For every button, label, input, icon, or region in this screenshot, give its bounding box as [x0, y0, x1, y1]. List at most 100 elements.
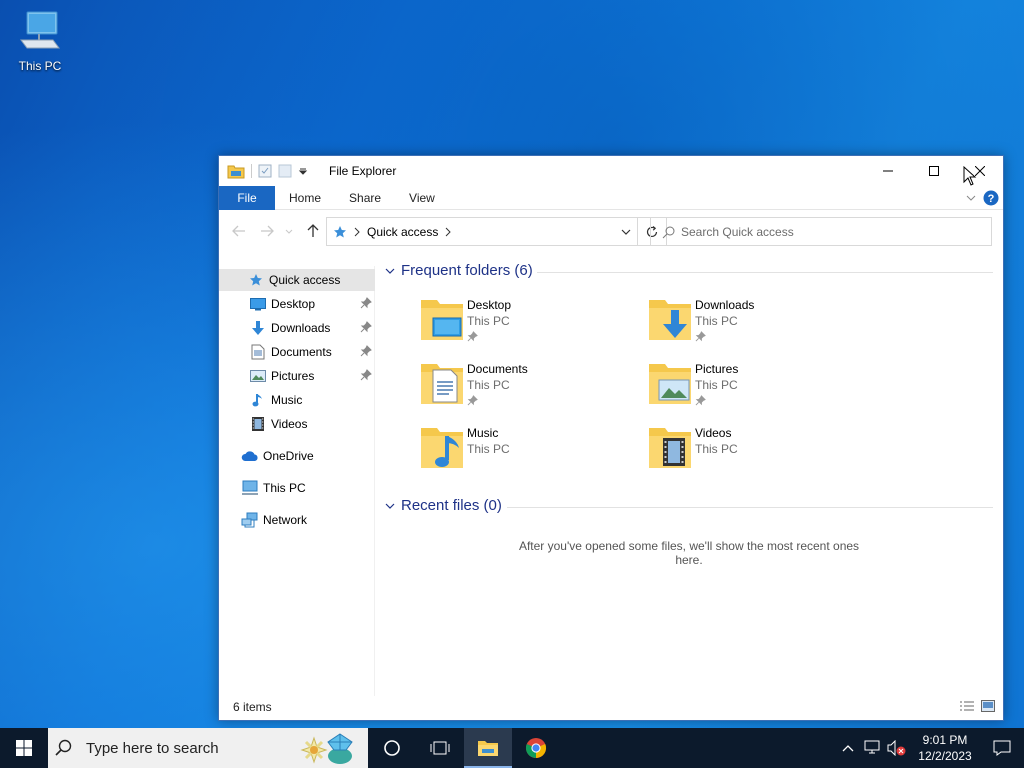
maximize-icon: [929, 166, 939, 176]
recent-files-header[interactable]: Recent files (0): [385, 497, 502, 514]
folder-name: Music: [467, 426, 499, 440]
taskbar-chrome[interactable]: [512, 728, 560, 768]
new-folder-icon[interactable]: [278, 164, 292, 178]
large-icons-view-icon[interactable]: [981, 700, 995, 712]
breadcrumb-chevron-icon[interactable]: [444, 227, 452, 237]
search-icon: [662, 226, 675, 238]
search-input[interactable]: [681, 224, 991, 239]
sidebar-item-label: Videos: [271, 417, 308, 431]
up-button[interactable]: [303, 222, 323, 240]
sidebar-item-network[interactable]: Network: [219, 509, 375, 531]
system-tray: 9:01 PM 12/2/2023: [836, 728, 1024, 768]
file-explorer-window[interactable]: File Explorer File Home Share View ? Qui…: [218, 155, 1004, 721]
start-button[interactable]: [0, 728, 48, 768]
address-bar[interactable]: Quick access: [326, 217, 638, 246]
sidebar-item-videos[interactable]: Videos: [219, 413, 375, 435]
folder-tile-downloads[interactable]: Downloads This PC: [647, 296, 867, 352]
explorer-folder-icon: [227, 165, 245, 179]
svg-text:?: ?: [988, 193, 995, 205]
qat-separator: [251, 164, 252, 178]
tab-home[interactable]: Home: [275, 186, 335, 210]
recent-locations-chevron-icon: [285, 229, 293, 234]
expand-ribbon-chevron-icon[interactable]: [965, 192, 977, 204]
sidebar-item-downloads[interactable]: Downloads: [219, 317, 375, 339]
group-divider: [537, 272, 993, 273]
sidebar-item-label: Quick access: [269, 273, 341, 287]
folder-tile-desktop[interactable]: Desktop This PC: [419, 296, 639, 352]
taskbar-search-box[interactable]: Type here to search: [48, 728, 368, 768]
volume-button[interactable]: [884, 728, 910, 768]
task-view-button[interactable]: [416, 728, 464, 768]
show-hidden-icons-button[interactable]: [836, 728, 860, 768]
downloads-icon: [249, 319, 267, 337]
window-title: File Explorer: [329, 164, 397, 178]
sidebar-item-music[interactable]: Music: [219, 389, 375, 411]
sidebar-item-documents[interactable]: Documents: [219, 341, 375, 363]
desktop-icon-this-pc[interactable]: This PC: [12, 8, 68, 73]
content-pane: Frequent folders (6) Desktop This PC Dow…: [379, 254, 999, 694]
help-icon[interactable]: ?: [983, 190, 999, 206]
folder-music-icon: [421, 428, 463, 468]
folder-tile-music[interactable]: Music This PC: [419, 424, 639, 480]
recent-locations-button[interactable]: [283, 222, 295, 240]
maximize-button[interactable]: [911, 156, 957, 186]
sidebar-item-onedrive[interactable]: OneDrive: [219, 445, 375, 467]
group-title: Frequent folders (6): [401, 262, 533, 279]
folder-tile-videos[interactable]: Videos This PC: [647, 424, 867, 480]
sidebar-item-label: Music: [271, 393, 303, 407]
pictures-icon: [249, 367, 267, 385]
details-view-icon[interactable]: [959, 700, 975, 712]
cortana-button[interactable]: [368, 728, 416, 768]
tab-share[interactable]: Share: [335, 186, 395, 210]
recent-files-empty-message: After you've opened some files, we'll sh…: [518, 539, 860, 567]
group-title: Recent files (0): [401, 497, 502, 514]
folder-name: Videos: [695, 426, 732, 440]
desktop-icon-label: This PC: [18, 59, 62, 73]
folder-documents-icon: [421, 364, 463, 404]
navigation-bar: Quick access: [219, 214, 1003, 248]
forward-button[interactable]: [257, 222, 277, 240]
sidebar-item-this-pc[interactable]: This PC: [219, 477, 375, 499]
folder-tile-documents[interactable]: Documents This PC: [419, 360, 639, 416]
tab-file[interactable]: File: [219, 186, 275, 210]
folder-location: This PC: [695, 314, 738, 328]
ribbon-tabs: File Home Share View: [219, 186, 1003, 210]
folder-tile-pictures[interactable]: Pictures This PC: [647, 360, 867, 416]
action-center-button[interactable]: [980, 728, 1024, 768]
sidebar-item-pictures[interactable]: Pictures: [219, 365, 375, 387]
navigation-pane: Quick access Desktop Downloads Documents…: [219, 266, 375, 696]
network-wired-icon: [864, 740, 880, 754]
search-box[interactable]: [650, 217, 992, 246]
up-arrow-icon: [307, 224, 319, 237]
search-highlight-icon: [300, 733, 353, 764]
sidebar-item-desktop[interactable]: Desktop: [219, 293, 375, 315]
minimize-button[interactable]: [865, 156, 911, 186]
network-status-button[interactable]: [860, 728, 884, 768]
breadcrumb-quick-access[interactable]: Quick access: [367, 225, 438, 239]
clock[interactable]: 9:01 PM 12/2/2023: [910, 732, 980, 764]
sidebar-item-label: This PC: [263, 481, 306, 495]
customize-toolbar-chevron-icon[interactable]: [298, 166, 308, 176]
back-arrow-icon: [232, 225, 245, 237]
title-bar[interactable]: File Explorer: [219, 156, 1003, 186]
chevron-up-icon: [842, 745, 854, 752]
address-history-dropdown[interactable]: [615, 218, 637, 245]
breadcrumb: Quick access: [327, 225, 615, 239]
chrome-icon: [525, 738, 547, 759]
back-button[interactable]: [229, 222, 249, 240]
breadcrumb-chevron-icon[interactable]: [353, 227, 361, 237]
pin-icon: [360, 369, 372, 381]
network-icon: [241, 511, 259, 529]
taskbar-file-explorer[interactable]: [464, 728, 512, 768]
tab-view[interactable]: View: [395, 186, 449, 210]
pin-icon: [360, 297, 372, 309]
frequent-folders-header[interactable]: Frequent folders (6): [385, 262, 533, 279]
pin-icon: [360, 345, 372, 357]
folder-location: This PC: [467, 378, 510, 392]
music-icon: [249, 391, 267, 409]
sidebar-item-quick-access[interactable]: Quick access: [219, 269, 375, 291]
properties-icon[interactable]: [258, 164, 272, 178]
sidebar-item-label: Downloads: [271, 321, 331, 335]
folder-name: Documents: [467, 362, 528, 376]
folder-location: This PC: [695, 442, 738, 456]
